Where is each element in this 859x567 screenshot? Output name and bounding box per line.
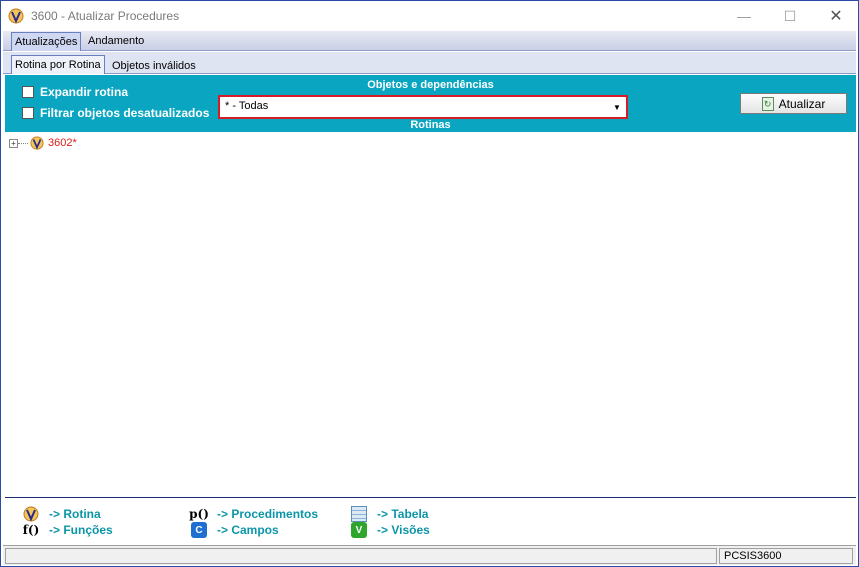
legend-visoes-label: -> Visões <box>377 523 430 537</box>
tree-connector <box>18 142 28 144</box>
app-logo-icon <box>8 8 24 24</box>
expand-icon[interactable]: + <box>9 138 18 148</box>
atualizar-label: Atualizar <box>778 96 826 111</box>
legend-rotina-label: -> Rotina <box>49 507 101 521</box>
expandir-rotina-label: Expandir rotina <box>40 85 129 99</box>
filter-panel: Objetos e dependências Expandir rotina F… <box>5 75 856 132</box>
legend-rotina: -> Rotina <box>23 506 101 522</box>
close-button[interactable]: ✕ <box>813 1 859 31</box>
tab-objetos-invalidos[interactable]: Objetos inválidos <box>109 57 199 76</box>
atualizar-button[interactable]: ↻ Atualizar <box>740 93 847 114</box>
title-bar: 3600 - Atualizar Procedures — ☐ ✕ <box>1 1 858 31</box>
rotinas-section-title: Rotinas <box>410 119 451 131</box>
dropdown-arrow-icon[interactable]: ▼ <box>610 100 624 114</box>
objetos-combo-highlight: * - Todas ▼ <box>218 95 628 119</box>
refresh-icon: ↻ <box>761 96 774 111</box>
status-bar: PCSIS3600 <box>3 545 856 565</box>
legend-campos-label: -> Campos <box>217 523 279 537</box>
legend-tabela-label: -> Tabela <box>377 507 429 521</box>
function-icon: f() <box>22 523 40 537</box>
maximize-button[interactable]: ☐ <box>767 1 813 31</box>
tab-andamento[interactable]: Andamento <box>85 32 147 51</box>
legend-tabela: -> Tabela <box>351 506 428 522</box>
sub-tabbar: Rotina por Rotina Objetos inválidos <box>3 52 856 74</box>
filtrar-desatualizados-checkbox[interactable] <box>22 107 34 119</box>
tree-node-label: 3602* <box>48 137 77 149</box>
app-window: 3600 - Atualizar Procedures — ☐ ✕ Atuali… <box>0 0 859 567</box>
legend-procedimentos-label: -> Procedimentos <box>217 507 319 521</box>
legend-procedimentos: p() -> Procedimentos <box>189 506 319 522</box>
filtrar-desatualizados-label: Filtrar objetos desatualizados <box>40 106 210 120</box>
legend-visoes: V -> Visões <box>351 522 430 538</box>
objetos-select-value: * - Todas <box>225 100 269 112</box>
legend-campos: C -> Campos <box>191 522 279 538</box>
tab-rotina-por-rotina[interactable]: Rotina por Rotina <box>11 55 105 74</box>
filtrar-desatualizados-option[interactable]: Filtrar objetos desatualizados <box>22 106 209 120</box>
main-tabbar: Atualizações Andamento <box>3 31 856 51</box>
expandir-rotina-checkbox[interactable] <box>22 86 34 98</box>
field-icon: C <box>191 522 207 538</box>
rotina-icon <box>30 136 44 150</box>
legend-funcoes: f() -> Funções <box>23 522 113 538</box>
minimize-icon: — <box>737 8 751 24</box>
status-panel-program: PCSIS3600 <box>719 548 853 564</box>
rotinas-tree: + 3602* <box>5 132 856 496</box>
status-panel-left <box>5 548 717 564</box>
expandir-rotina-option[interactable]: Expandir rotina <box>22 85 128 99</box>
objetos-section-title: Objetos e dependências <box>367 79 494 91</box>
legend-funcoes-label: -> Funções <box>49 523 113 537</box>
legend: -> Rotina f() -> Funções p() -> Procedim… <box>5 497 856 543</box>
table-icon <box>351 506 367 522</box>
window-title: 3600 - Atualizar Procedures <box>31 9 180 23</box>
objetos-select[interactable]: * - Todas <box>221 98 625 116</box>
minimize-button[interactable]: — <box>721 1 767 31</box>
close-icon: ✕ <box>829 8 843 25</box>
rotina-icon <box>23 506 39 522</box>
maximize-icon: ☐ <box>783 7 797 24</box>
view-icon: V <box>351 522 367 538</box>
procedure-icon: p() <box>189 507 209 521</box>
tree-node[interactable]: + 3602* <box>9 136 77 150</box>
tab-atualizacoes[interactable]: Atualizações <box>11 32 82 51</box>
